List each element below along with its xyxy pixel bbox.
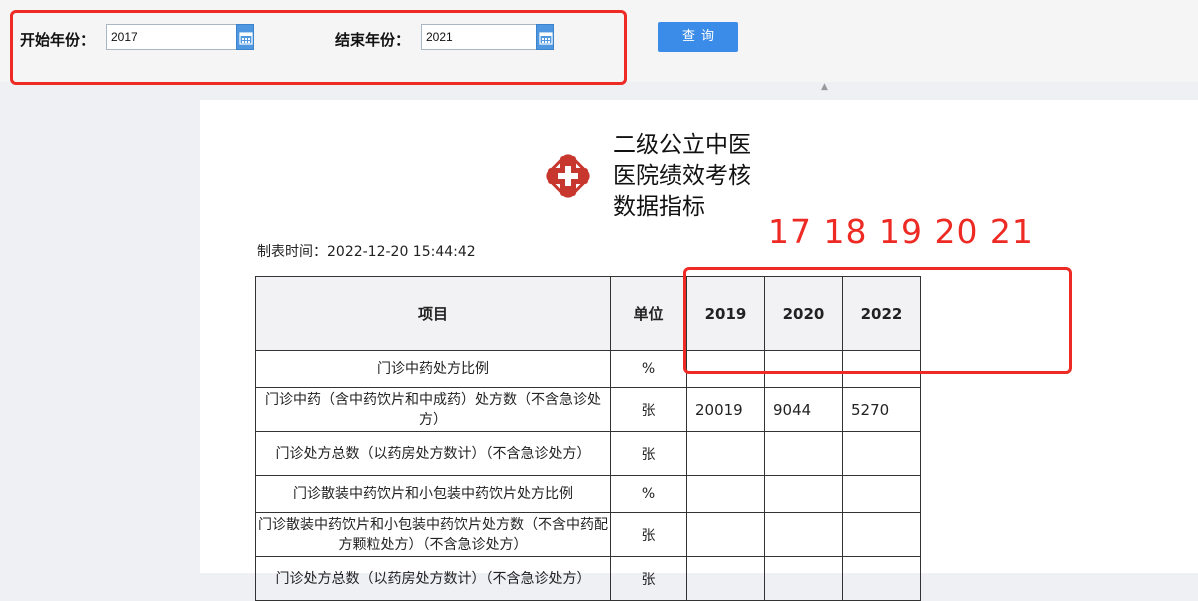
table-row: 门诊处方总数（以药房处方数计）（不含急诊处方） 张 [255,431,921,476]
query-button[interactable]: 查询 [658,22,738,52]
cell-unit: 张 [610,556,687,601]
table-row: 门诊中药（含中药饮片和中成药）处方数（不含急诊处方） 张 20019 9044 … [255,387,921,432]
table-row: 门诊中药处方比例 % [255,350,921,388]
calendar-icon [239,32,253,45]
cell-value [686,431,765,476]
cell-item: 门诊散装中药饮片和小包装中药饮片处方比例 [255,475,611,513]
report-title-line: 医院绩效考核 [613,163,751,189]
cell-item: 门诊处方总数（以药房处方数计）（不含急诊处方） [255,431,611,476]
cell-unit: 张 [610,512,687,557]
cell-item: 门诊处方总数（以药房处方数计）（不含急诊处方） [255,556,611,601]
end-year-label: 结束年份： [335,31,411,49]
made-time: 制表时间：2022-12-20 15:44:42 [257,244,476,260]
cell-value [842,350,921,388]
cell-item: 门诊中药处方比例 [255,350,611,388]
cell-value: 20019 [686,387,765,432]
hospital-logo-icon [546,154,590,198]
start-calendar-button[interactable] [236,24,254,50]
cell-value [686,556,765,601]
end-calendar-button[interactable] [536,24,554,50]
cell-value [764,475,843,513]
calendar-icon [539,32,553,45]
table-header-row: 项目 单位 2019 2020 2022 [255,276,921,351]
header-year: 2022 [842,276,921,351]
cell-value [764,556,843,601]
cell-unit: 张 [610,431,687,476]
end-year-input[interactable]: 2021 [421,24,537,50]
cell-value [842,431,921,476]
annotation-years: 17 18 19 20 21 [768,212,1034,251]
cell-unit: 张 [610,387,687,432]
cell-value [686,350,765,388]
cell-value [764,512,843,557]
collapse-toggle-icon[interactable]: ▲ [821,82,828,92]
header-item: 项目 [255,276,611,351]
cell-value [842,475,921,513]
report-title-line: 二级公立中医 [613,132,751,158]
cell-item: 门诊散装中药饮片和小包装中药饮片处方数（不含中药配方颗粒处方）（不含急诊处方） [255,512,611,557]
start-year-label: 开始年份： [20,31,96,49]
cell-value [686,512,765,557]
header-unit: 单位 [610,276,687,351]
cell-unit: % [610,350,687,388]
report-title-line: 数据指标 [613,194,705,220]
header-year: 2019 [686,276,765,351]
cell-value [764,431,843,476]
table-row: 门诊处方总数（以药房处方数计）（不含急诊处方） 张 [255,556,921,601]
cell-value [842,556,921,601]
cell-item: 门诊中药（含中药饮片和中成药）处方数（不含急诊处方） [255,387,611,432]
cell-unit: % [610,475,687,513]
header-year: 2020 [764,276,843,351]
cell-value [686,475,765,513]
report-title: 二级公立中医 医院绩效考核 数据指标 [613,130,783,223]
indicator-table: 项目 单位 2019 2020 2022 门诊中药处方比例 % 门诊中药（含中药… [255,276,921,601]
cell-value [764,350,843,388]
cell-value: 5270 [842,387,921,432]
table-row: 门诊散装中药饮片和小包装中药饮片处方数（不含中药配方颗粒处方）（不含急诊处方） … [255,512,921,557]
cell-value [842,512,921,557]
cell-value: 9044 [764,387,843,432]
table-row: 门诊散装中药饮片和小包装中药饮片处方比例 % [255,475,921,513]
start-year-input[interactable]: 2017 [106,24,237,50]
